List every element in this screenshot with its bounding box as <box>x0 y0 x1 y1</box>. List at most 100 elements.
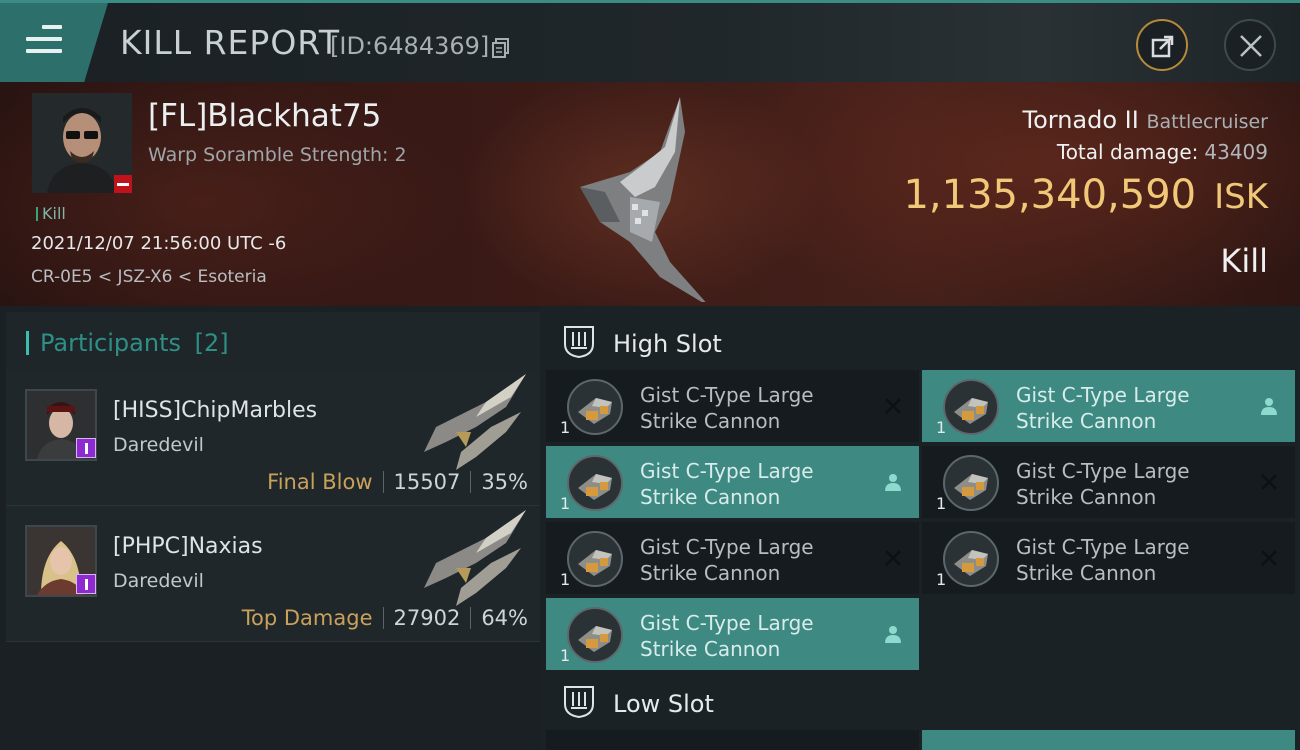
participant-stats: Top Damage 27902 64% <box>242 606 528 630</box>
participant-ship: Daredevil <box>113 570 204 592</box>
module-name-line2: Strike Cannon <box>1016 485 1157 509</box>
kill-timestamp: 2021/12/07 21:56:00 UTC -6 <box>31 233 287 254</box>
module-name: Gist C-Type Large Strike Cannon <box>640 610 870 662</box>
cannon-module-icon <box>566 606 624 664</box>
cannon-module-icon <box>942 378 1000 436</box>
fitting-panel: High Slot 1 Gist C-Type Large Strike Canno… <box>540 306 1300 750</box>
participants-label: Participants <box>40 329 181 357</box>
victim-ship-name[interactable]: Tornado II Battlecruiser <box>1022 106 1268 134</box>
close-icon <box>1240 35 1262 57</box>
destroyed-x-icon <box>1259 472 1279 492</box>
module-slot[interactable]: 1 Gist C-Type Large Strike Cannon <box>546 598 919 670</box>
high-slot-header: High Slot <box>540 310 1300 372</box>
module-quantity: 1 <box>936 418 947 437</box>
participants-count: [2] <box>194 329 229 357</box>
module-quantity: 1 <box>560 418 571 437</box>
module-name-line2: Strike Cannon <box>1016 409 1157 433</box>
module-name-line1: Gist C-Type Large <box>1016 459 1190 483</box>
security-status-icon <box>76 438 96 458</box>
module-slot[interactable]: 1 Gist C-Type Large Strike Cannon <box>546 370 919 442</box>
standing-badge-icon <box>114 175 132 193</box>
module-name-line2: Strike Cannon <box>1016 561 1157 585</box>
ship-class: Battlecruiser <box>1146 111 1268 133</box>
participant-row[interactable]: [PHPC]Naxias Daredevil Top Damage 27902 64… <box>6 506 540 642</box>
low-slot-module-peek[interactable] <box>546 730 919 750</box>
participant-ship: Daredevil <box>113 434 204 456</box>
participant-stats: Final Blow 15507 35% <box>267 470 528 494</box>
victim-name[interactable]: [FL]Blackhat75 <box>148 98 381 134</box>
share-button[interactable] <box>1136 19 1188 71</box>
high-slot-label: High Slot <box>613 330 722 358</box>
module-slot[interactable]: 1 Gist C-Type Large Strike Cannon <box>922 522 1295 594</box>
module-name-line1: Gist C-Type Large <box>640 459 814 483</box>
module-name: Gist C-Type Large Strike Cannon <box>640 534 870 586</box>
module-name-line1: Gist C-Type Large <box>1016 383 1190 407</box>
divider <box>470 607 472 629</box>
divider <box>382 471 384 493</box>
total-damage: Total damage: 43409 <box>1057 140 1268 164</box>
participant-role: Final Blow <box>267 470 373 494</box>
copy-icon[interactable] <box>492 38 510 58</box>
cannon-module-icon <box>942 454 1000 512</box>
low-slot-module-peek[interactable] <box>922 730 1295 750</box>
participant-role: Top Damage <box>241 606 373 630</box>
cannon-module-icon <box>566 530 624 588</box>
module-name-line1: Gist C-Type Large <box>640 535 814 559</box>
low-slot-header: Low Slot <box>540 670 1300 732</box>
module-slot[interactable]: 1 Gist C-Type Large Strike Cannon <box>922 446 1295 518</box>
ship-type: Tornado II <box>1022 106 1139 134</box>
module-name: Gist C-Type Large Strike Cannon <box>1016 382 1246 434</box>
module-name: Gist C-Type Large Strike Cannon <box>640 458 870 510</box>
participant-percent: 64% <box>481 606 528 630</box>
module-name: Gist C-Type Large Strike Cannon <box>1016 458 1246 510</box>
kill-tag: Kill <box>36 204 66 223</box>
destroyed-x-icon <box>883 548 903 568</box>
hamburger-icon <box>26 25 62 55</box>
dropped-person-icon <box>883 472 903 492</box>
module-quantity: 1 <box>936 570 947 589</box>
total-damage-value: 43409 <box>1204 140 1268 164</box>
participant-damage: 27902 <box>393 606 461 630</box>
close-button[interactable] <box>1224 19 1276 71</box>
victim-subtitle: Warp Soramble Strength: 2 <box>148 144 407 166</box>
module-name-line1: Gist C-Type Large <box>640 611 814 635</box>
participants-header[interactable]: Participants [2] <box>6 312 540 370</box>
dropped-person-icon <box>1259 396 1279 416</box>
cannon-module-icon <box>942 530 1000 588</box>
module-name-line2: Strike Cannon <box>640 409 781 433</box>
module-slot[interactable]: 1 Gist C-Type Large Strike Cannon <box>546 522 919 594</box>
divider <box>382 607 384 629</box>
low-slot-icon <box>564 686 594 718</box>
participants-title: Participants [2] <box>26 329 229 357</box>
dropped-person-icon <box>883 624 903 644</box>
cannon-module-icon <box>566 454 624 512</box>
low-slot-label: Low Slot <box>613 690 714 718</box>
participants-panel: Participants [2] [HISS]ChipMarbles Dared… <box>0 306 540 750</box>
participant-damage: 15507 <box>393 470 461 494</box>
participant-name[interactable]: [HISS]ChipMarbles <box>113 398 317 423</box>
module-slot[interactable]: 1 Gist C-Type Large Strike Cannon <box>922 370 1295 442</box>
module-quantity: 1 <box>560 494 571 513</box>
module-name: Gist C-Type Large Strike Cannon <box>640 382 870 434</box>
kill-location: CR-0E5 < JSZ-X6 < Esoteria <box>31 267 267 287</box>
module-slot[interactable]: 1 Gist C-Type Large Strike Cannon <box>546 446 919 518</box>
isk-unit: ISK <box>1214 177 1268 217</box>
module-name-line2: Strike Cannon <box>640 637 781 661</box>
participant-row[interactable]: [HISS]ChipMarbles Daredevil Final Blow 15… <box>6 370 540 506</box>
security-status-icon <box>76 574 96 594</box>
participant-name[interactable]: [PHPC]Naxias <box>113 534 263 559</box>
module-name-line2: Strike Cannon <box>640 561 781 585</box>
menu-button[interactable] <box>0 3 108 82</box>
module-name-line1: Gist C-Type Large <box>1016 535 1190 559</box>
module-quantity: 1 <box>560 570 571 589</box>
participant-ship-icon[interactable] <box>416 372 531 472</box>
total-damage-label: Total damage: <box>1056 140 1199 164</box>
isk-value: 1,135,340,590 ISK <box>903 172 1268 218</box>
module-quantity: 1 <box>560 646 571 665</box>
module-name: Gist C-Type Large Strike Cannon <box>1016 534 1246 586</box>
divider <box>470 471 472 493</box>
victim-ship-image[interactable] <box>560 92 740 302</box>
destroyed-x-icon <box>883 396 903 416</box>
participant-ship-icon[interactable] <box>416 508 531 608</box>
share-icon <box>1151 35 1174 58</box>
